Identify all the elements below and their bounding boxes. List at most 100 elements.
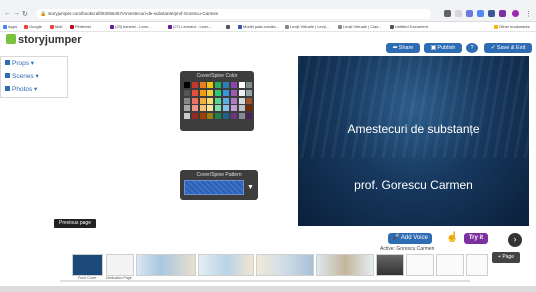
strip-scrollbar[interactable] — [60, 280, 470, 282]
page-thumb[interactable] — [256, 254, 314, 276]
color-swatch[interactable] — [199, 97, 206, 104]
chevron-down-icon[interactable]: ▼ — [247, 184, 254, 191]
color-swatch[interactable] — [207, 82, 214, 88]
page-thumb[interactable] — [106, 254, 134, 276]
color-swatch[interactable] — [246, 89, 253, 96]
color-swatch[interactable] — [230, 105, 237, 112]
bookmark[interactable]: Lecţii Virtuale | Clas... — [338, 24, 382, 29]
bookmark[interactable] — [226, 24, 231, 29]
color-swatch[interactable] — [215, 82, 222, 88]
page-thumb[interactable] — [136, 254, 196, 276]
color-swatch[interactable] — [230, 97, 237, 104]
bookmark[interactable]: Mail — [50, 24, 62, 29]
page-thumb[interactable] — [466, 254, 488, 276]
forward-icon[interactable]: → — [13, 10, 20, 17]
color-swatch[interactable] — [222, 97, 229, 104]
add-voice-button[interactable]: 🎤 Add Voice — [388, 233, 432, 244]
menu-item-photos[interactable]: Photos ▾ — [5, 85, 37, 93]
color-swatch[interactable] — [222, 105, 229, 112]
color-swatch[interactable] — [191, 113, 198, 120]
color-swatch[interactable] — [184, 113, 190, 120]
color-swatch[interactable] — [199, 105, 206, 112]
color-swatch[interactable] — [246, 113, 253, 120]
book-cover[interactable]: Amestecuri de substanțe prof. Gorescu Ca… — [298, 56, 529, 226]
extension-icon[interactable] — [499, 10, 506, 17]
color-swatch[interactable] — [191, 105, 198, 112]
extension-icon[interactable] — [466, 10, 473, 17]
cover-background — [298, 56, 529, 158]
previous-page-tooltip: Previous page — [54, 219, 96, 228]
menu-icon[interactable]: ⋮ — [525, 10, 532, 18]
page-thumb[interactable] — [406, 254, 434, 276]
color-swatch[interactable] — [222, 82, 229, 88]
color-swatch[interactable] — [207, 89, 214, 96]
color-swatch[interactable] — [230, 82, 237, 88]
extension-icon[interactable] — [488, 10, 495, 17]
bookmark[interactable]: (23) kanzlei - Leon... — [110, 24, 151, 29]
menu-item-scenes[interactable]: Scenes ▾ — [5, 72, 39, 80]
color-swatch[interactable] — [238, 82, 245, 88]
color-swatch[interactable] — [184, 89, 190, 96]
page-thumb[interactable] — [376, 254, 404, 276]
pattern-select[interactable] — [184, 180, 244, 195]
cover-author[interactable]: prof. Gorescu Carmen — [298, 178, 529, 192]
color-swatch[interactable] — [215, 97, 222, 104]
bookmark[interactable]: (27) Leonard - Leon... — [168, 24, 212, 29]
color-swatch[interactable] — [215, 89, 222, 96]
page-thumb[interactable] — [72, 254, 103, 276]
bookmark[interactable]: Apps — [3, 24, 17, 29]
try-it-button[interactable]: Try it — [464, 233, 488, 244]
bookmark[interactable]: Model pala corolla... — [238, 24, 279, 29]
color-swatch[interactable] — [222, 89, 229, 96]
page-thumb[interactable] — [198, 254, 254, 276]
color-swatch[interactable] — [238, 89, 245, 96]
color-swatch[interactable] — [199, 82, 206, 88]
address-bar[interactable]: 🔒 storyjumper.com/bookcraft/83066457/Ame… — [36, 9, 431, 19]
color-swatch[interactable] — [246, 82, 253, 88]
next-page-button[interactable]: › — [508, 233, 522, 247]
bookmark[interactable]: Google — [24, 24, 42, 29]
bookmark[interactable]: Pinterest — [70, 24, 91, 29]
color-swatch[interactable] — [215, 113, 222, 120]
menu-item-props[interactable]: Props ▾ — [5, 59, 34, 67]
color-swatch[interactable] — [184, 97, 190, 104]
color-swatch[interactable] — [230, 113, 237, 120]
cover-title[interactable]: Amestecuri de substanțe — [298, 122, 529, 136]
color-swatch[interactable] — [238, 105, 245, 112]
color-swatch[interactable] — [191, 97, 198, 104]
color-swatch[interactable] — [184, 82, 190, 88]
page-thumb[interactable] — [316, 254, 374, 276]
color-swatch[interactable] — [215, 105, 222, 112]
add-page-button[interactable]: + Page — [492, 252, 520, 263]
color-swatch[interactable] — [222, 113, 229, 120]
color-swatch[interactable] — [191, 89, 198, 96]
color-swatch[interactable] — [246, 97, 253, 104]
color-swatch[interactable] — [230, 89, 237, 96]
color-swatch[interactable] — [207, 105, 214, 112]
help-button[interactable]: ? — [466, 43, 478, 53]
bookmark[interactable]: Untitled Document — [390, 24, 428, 29]
share-button[interactable]: ➦Share — [386, 43, 420, 53]
save-exit-button[interactable]: ✓Save & Exit — [484, 43, 532, 53]
reload-icon[interactable]: ↻ — [22, 10, 28, 18]
extension-icon[interactable] — [444, 10, 451, 17]
color-swatch[interactable] — [184, 105, 190, 112]
publish-button[interactable]: ▣Publish — [424, 43, 462, 53]
color-swatch[interactable] — [199, 89, 206, 96]
color-swatch[interactable] — [191, 82, 198, 88]
page-thumb[interactable] — [436, 254, 464, 276]
extension-icon[interactable] — [477, 10, 484, 17]
back-icon[interactable]: ← — [4, 10, 11, 17]
profile-avatar[interactable] — [512, 10, 519, 17]
color-swatch[interactable] — [199, 113, 206, 120]
color-swatch[interactable] — [246, 105, 253, 112]
star-icon[interactable] — [455, 10, 462, 17]
color-swatch[interactable] — [238, 113, 245, 120]
browser-toolbar: ← → ↻ 🔒 storyjumper.com/bookcraft/830664… — [0, 0, 536, 22]
bookmark[interactable]: Other bookmarks — [494, 24, 530, 29]
bookmark[interactable]: Lecţii Virtuale | Lecţi... — [285, 24, 329, 29]
color-swatch[interactable] — [207, 113, 214, 120]
color-swatch[interactable] — [238, 97, 245, 104]
storyjumper-logo[interactable]: storyjumper — [6, 34, 82, 46]
color-swatch[interactable] — [207, 97, 214, 104]
